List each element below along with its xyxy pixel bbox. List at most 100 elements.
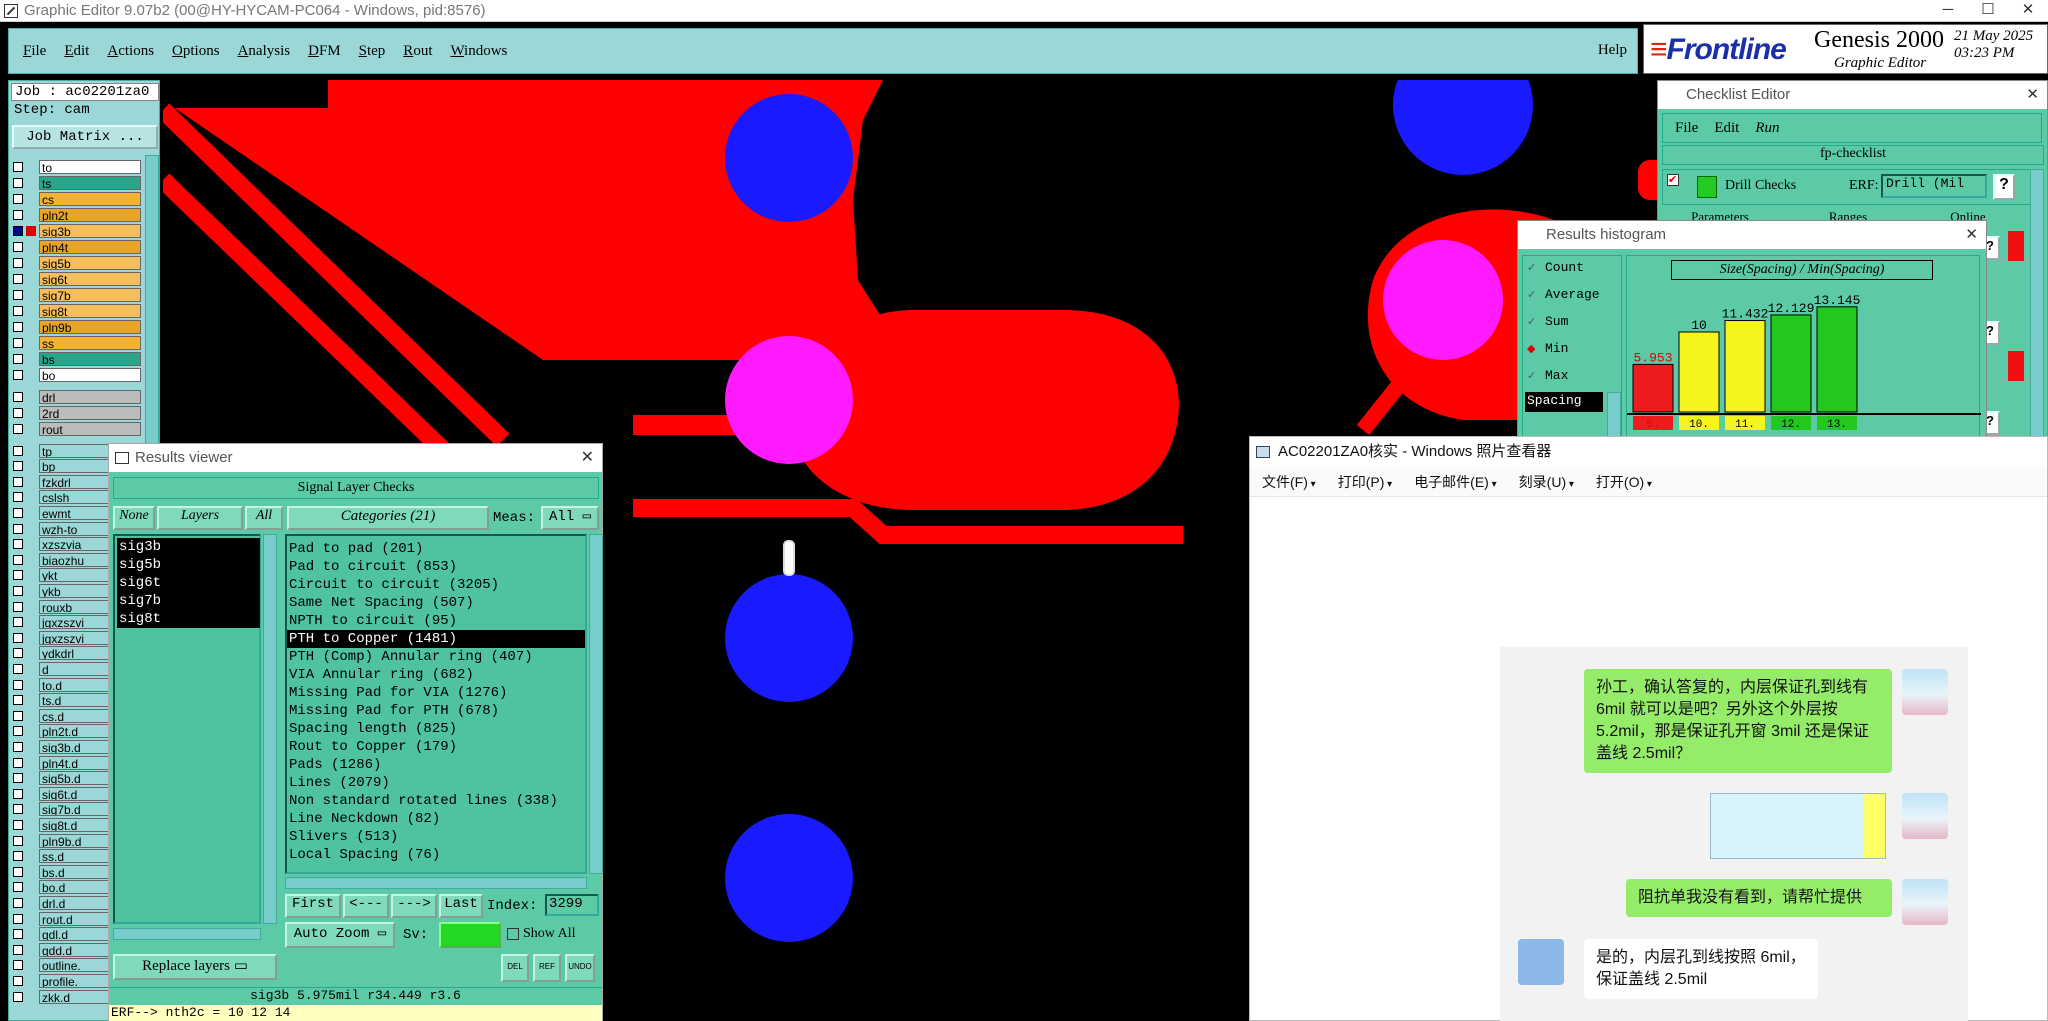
result-layer-item[interactable]: sig8t: [117, 610, 260, 628]
layer-checkbox[interactable]: [13, 632, 23, 643]
histogram-bar[interactable]: [1678, 331, 1720, 413]
category-item[interactable]: Spacing length (825): [287, 720, 585, 738]
layer-checkbox[interactable]: [13, 601, 23, 612]
layer-checkbox[interactable]: [13, 539, 23, 550]
layer-checkbox[interactable]: [13, 353, 23, 364]
result-layer-item[interactable]: sig5b: [117, 556, 260, 574]
layer-name[interactable]: rout: [39, 421, 141, 436]
result-layer-item[interactable]: sig3b: [117, 538, 260, 556]
next-button[interactable]: --->: [391, 894, 437, 918]
layer-checkbox[interactable]: [13, 209, 23, 220]
category-item[interactable]: Circuit to circuit (3205): [287, 576, 585, 594]
layer-checkbox[interactable]: [13, 975, 23, 986]
layer-name[interactable]: ts: [39, 175, 141, 190]
layer-name[interactable]: bo: [39, 367, 141, 382]
erf-value[interactable]: Drill (Mil: [1881, 174, 1987, 198]
layer-checkbox[interactable]: [13, 476, 23, 487]
index-field[interactable]: 3299: [545, 894, 599, 916]
layer-checkbox[interactable]: [13, 819, 23, 830]
layer-checkbox[interactable]: [13, 445, 23, 456]
category-item[interactable]: PTH (Comp) Annular ring (407): [287, 648, 585, 666]
layer-row-sig3b[interactable]: sig3b: [13, 223, 141, 238]
layer-checkbox[interactable]: [13, 788, 23, 799]
layer-checkbox[interactable]: [13, 913, 23, 924]
layer-checkbox[interactable]: [13, 161, 23, 172]
layer-name[interactable]: 2rd: [39, 405, 141, 420]
reference-button[interactable]: REF: [533, 954, 561, 982]
menu-dfm[interactable]: DFM: [308, 43, 341, 60]
layer-checkbox[interactable]: [13, 193, 23, 204]
layer-scrollbar-top[interactable]: [145, 155, 159, 445]
layer-name[interactable]: cs: [39, 191, 141, 206]
last-button[interactable]: Last: [439, 894, 483, 918]
layer-name[interactable]: sig5b: [39, 255, 141, 270]
layer-checkbox[interactable]: [13, 321, 23, 332]
layer-checkbox[interactable]: [13, 461, 23, 472]
histogram-bar[interactable]: [1816, 306, 1858, 413]
layer-row-sig8t[interactable]: sig8t: [13, 303, 141, 318]
histogram-field[interactable]: Spacing: [1525, 392, 1603, 412]
layer-checkbox[interactable]: [13, 337, 23, 348]
menu-step[interactable]: Step: [359, 43, 386, 60]
layer-checkbox[interactable]: [13, 757, 23, 768]
histogram-bar[interactable]: [1632, 363, 1674, 413]
sv-color-select[interactable]: [439, 922, 501, 948]
layer-checkbox[interactable]: [13, 695, 23, 706]
layer-name[interactable]: pln4t: [39, 239, 141, 254]
layer-row-pln9b[interactable]: pln9b: [13, 319, 141, 334]
job-matrix-button[interactable]: Job Matrix ...: [12, 125, 158, 149]
layer-checkbox[interactable]: [13, 273, 23, 284]
menu-windows[interactable]: Windows: [450, 43, 507, 60]
pv-menu-file[interactable]: 文件(F): [1262, 472, 1316, 492]
category-list[interactable]: Pad to pad (201) Pad to circuit (853) Circ…: [285, 534, 587, 874]
maximize-button[interactable]: ☐: [1968, 0, 2008, 22]
histogram-option-sum[interactable]: ✓ Sum: [1527, 314, 1568, 329]
layer-checkbox[interactable]: [13, 507, 23, 518]
layer-checkbox[interactable]: [13, 710, 23, 721]
pv-menu-open[interactable]: 打开(O): [1596, 472, 1652, 492]
category-item[interactable]: Rout to Copper (179): [287, 738, 585, 756]
histogram-option-average[interactable]: ✓ Average: [1527, 287, 1600, 302]
category-list-hscroll[interactable]: [285, 877, 587, 889]
category-item[interactable]: Same Net Spacing (507): [287, 594, 585, 612]
layer-row-sig6t[interactable]: sig6t: [13, 271, 141, 286]
category-item[interactable]: VIA Annular ring (682): [287, 666, 585, 684]
layer-row-cs[interactable]: cs: [13, 191, 141, 206]
prev-button[interactable]: <---: [343, 894, 389, 918]
layer-checkbox[interactable]: [13, 492, 23, 503]
histogram-option-max[interactable]: ✓ Max: [1527, 368, 1568, 383]
replace-layers-select[interactable]: Replace layers ▭: [113, 954, 277, 980]
auto-zoom-select[interactable]: Auto Zoom ▭: [285, 922, 395, 948]
checklist-scrollbar[interactable]: [2030, 169, 2044, 439]
layer-name[interactable]: sig8t: [39, 303, 141, 318]
layer-name[interactable]: pln2t: [39, 207, 141, 222]
menu-rout[interactable]: Rout: [403, 43, 432, 60]
layer-checkbox[interactable]: [13, 835, 23, 846]
category-item[interactable]: Non standard rotated lines (338): [287, 792, 585, 810]
layer-row-drl[interactable]: drl: [13, 389, 141, 404]
checklist-close-icon[interactable]: ✕: [2026, 81, 2039, 109]
layer-name[interactable]: drl: [39, 389, 141, 404]
category-item[interactable]: Pad to circuit (853): [287, 558, 585, 576]
checklist-menu-edit[interactable]: Edit: [1714, 120, 1739, 137]
layer-checkbox[interactable]: [13, 929, 23, 940]
layer-name[interactable]: to: [39, 159, 141, 174]
layer-row-pln2t[interactable]: pln2t: [13, 207, 141, 222]
meas-select[interactable]: All ▭: [541, 506, 599, 530]
close-button[interactable]: ✕: [2008, 0, 2048, 22]
layer-checkbox[interactable]: [13, 648, 23, 659]
layer-checkbox[interactable]: [13, 773, 23, 784]
menu-help[interactable]: Help: [1598, 42, 1627, 59]
category-item[interactable]: Pad to pad (201): [287, 540, 585, 558]
layer-checkbox[interactable]: [13, 663, 23, 674]
menu-actions[interactable]: Actions: [107, 43, 154, 60]
histogram-option-min[interactable]: ◆ Min: [1527, 341, 1568, 356]
layer-checkbox[interactable]: [13, 423, 23, 434]
histogram-field-scroll[interactable]: [1607, 392, 1621, 440]
layer-row-rout[interactable]: rout: [13, 421, 141, 436]
layer-checkbox[interactable]: [13, 391, 23, 402]
layer-checkbox[interactable]: [13, 289, 23, 300]
result-layer-item[interactable]: sig7b: [117, 592, 260, 610]
category-item[interactable]: Local Spacing (76): [287, 846, 585, 864]
check-enabled-checkbox[interactable]: ✔: [1667, 174, 1679, 186]
